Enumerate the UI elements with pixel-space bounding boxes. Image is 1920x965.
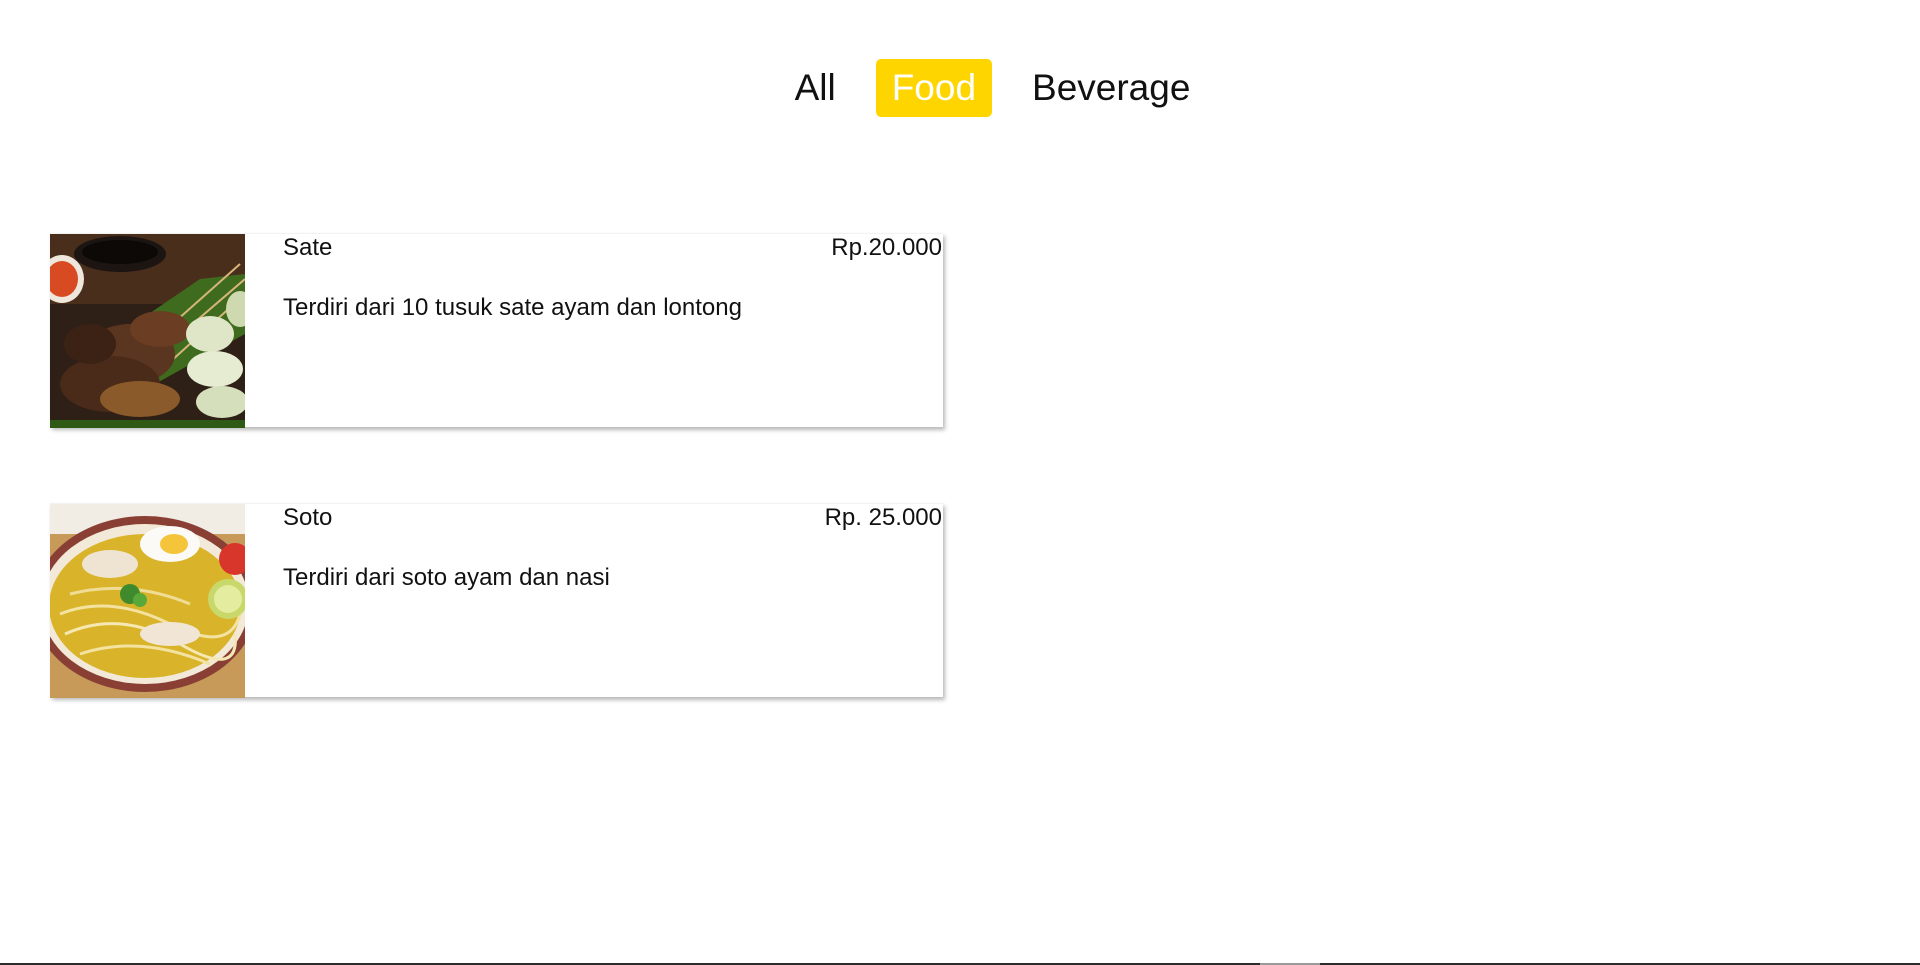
menu-page: All Food Beverage Sate Rp.20.000 Terdiri…: [0, 0, 1920, 965]
item-description: Terdiri dari 10 tusuk sate ayam dan lont…: [283, 294, 742, 321]
category-filter-tabs: All Food Beverage: [0, 59, 1920, 117]
item-name: Soto: [283, 504, 333, 531]
item-description: Terdiri dari soto ayam dan nasi: [283, 564, 610, 591]
item-price: Rp. 25.000: [824, 504, 942, 531]
item-price: Rp.20.000: [831, 234, 942, 261]
sate-photo: [50, 234, 245, 428]
tab-beverage[interactable]: Beverage: [1016, 59, 1206, 117]
tab-food[interactable]: Food: [875, 59, 993, 117]
item-name: Sate: [283, 234, 333, 261]
tab-all[interactable]: All: [779, 59, 852, 117]
soto-photo: [50, 504, 245, 698]
menu-item-card[interactable]: Sate Rp.20.000 Terdiri dari 10 tusuk sat…: [50, 233, 943, 428]
menu-item-card[interactable]: Soto Rp. 25.000 Terdiri dari soto ayam d…: [50, 503, 943, 698]
